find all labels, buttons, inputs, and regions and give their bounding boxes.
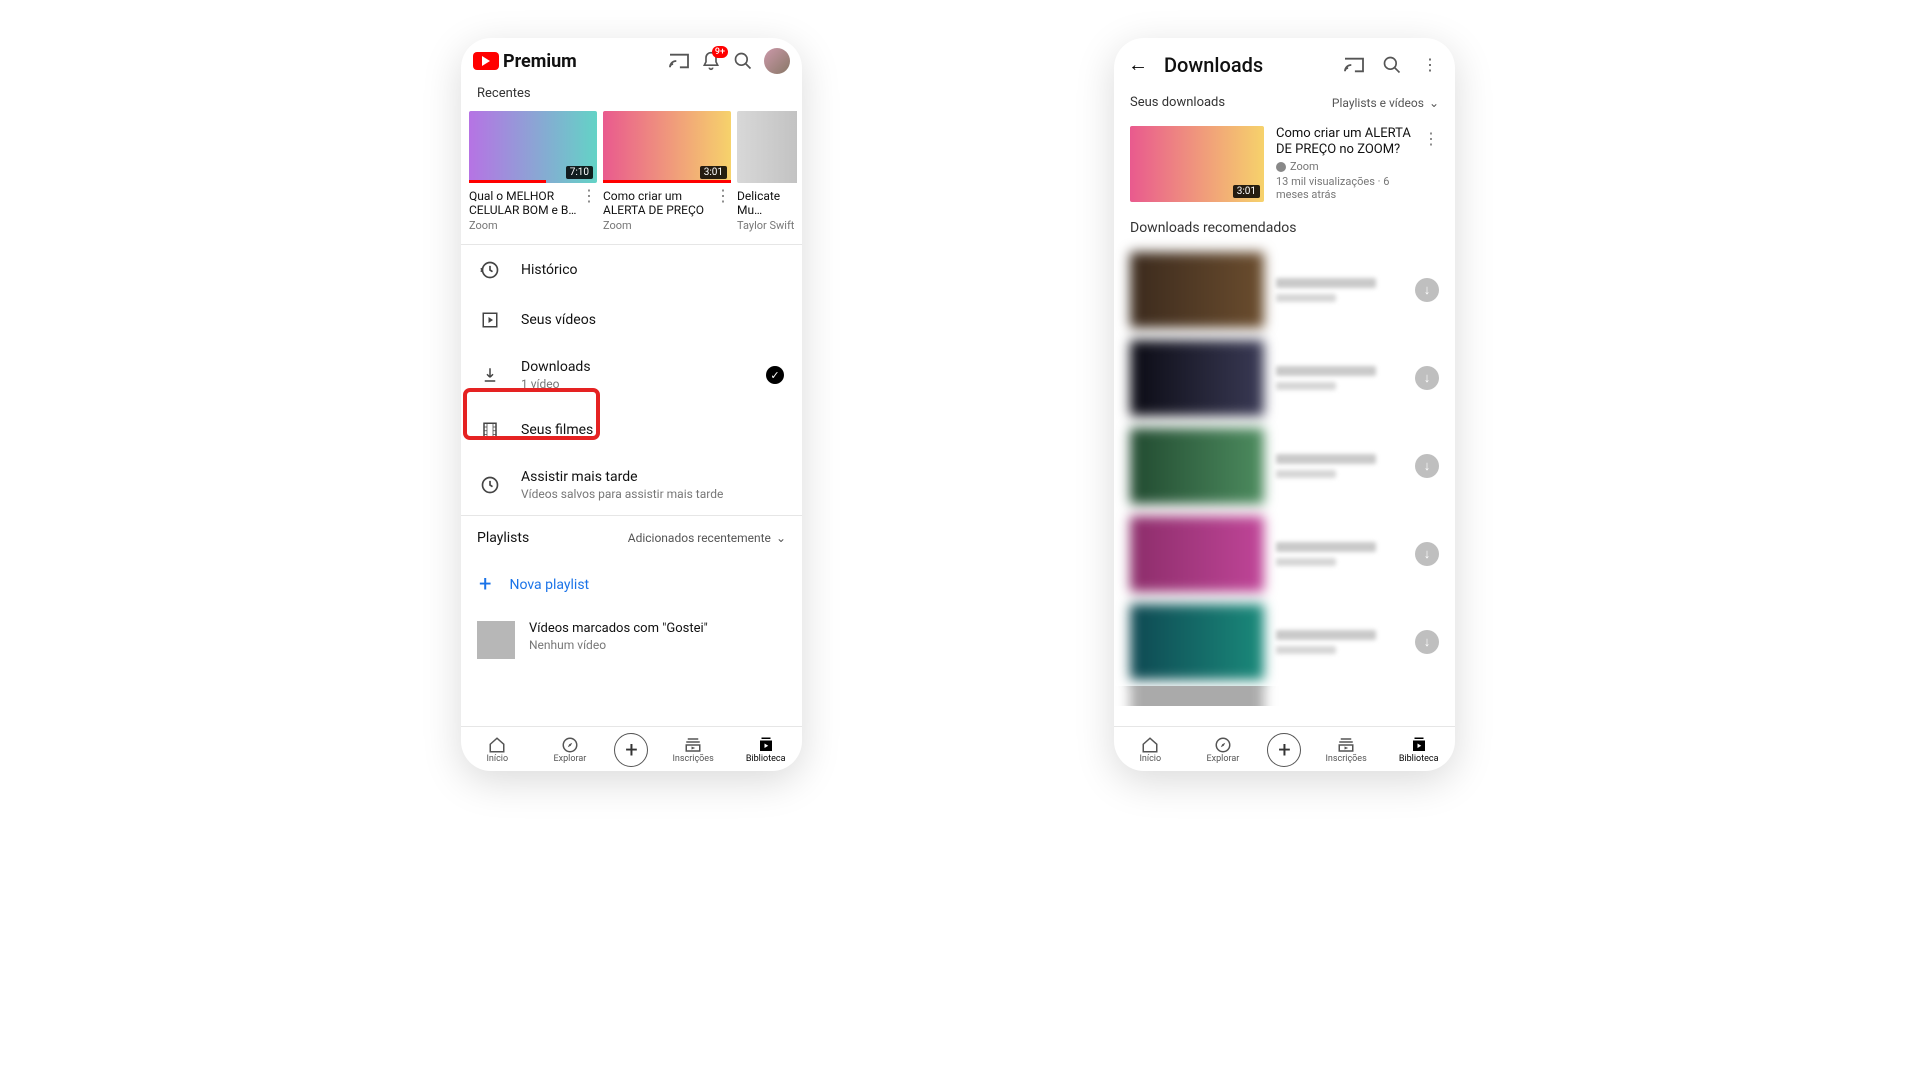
download-complete-icon: ✓ <box>766 366 784 384</box>
notifications-badge: 9+ <box>712 46 728 58</box>
download-icon[interactable]: ↓ <box>1415 278 1439 302</box>
playlist-thumbnail <box>477 621 515 659</box>
search-icon[interactable] <box>732 50 754 72</box>
chevron-down-icon: ⌄ <box>776 531 786 545</box>
video-title: Delicate Mu… Dance Rehe… <box>737 189 797 217</box>
topbar: Premium 9+ <box>461 38 802 82</box>
recommended-item[interactable]: ↓ <box>1114 510 1455 598</box>
more-vert-icon[interactable]: ⋮ <box>1423 126 1439 202</box>
video-title: Como criar um ALERTA DE PREÇO no ZOOM? <box>1276 126 1411 158</box>
video-thumbnail <box>1130 428 1264 504</box>
brand-text: Premium <box>503 51 577 72</box>
video-thumbnail <box>1130 516 1264 592</box>
playlists-header: Playlists Adicionados recentemente⌄ <box>461 516 802 560</box>
download-icon[interactable]: ↓ <box>1415 542 1439 566</box>
video-channel: Zoom <box>1276 160 1411 173</box>
download-icon[interactable]: ↓ <box>1415 454 1439 478</box>
recent-row: 7:10 Qual o MELHOR CELULAR BOM e B… Zoom… <box>461 111 802 244</box>
download-item[interactable]: 3:01 Como criar um ALERTA DE PREÇO no ZO… <box>1114 118 1455 214</box>
phone-downloads-screen: ← Downloads ⋮ Seus downloads Playlists e… <box>1114 38 1455 771</box>
library-item-watch-later[interactable]: Assistir mais tardeVídeos salvos para as… <box>461 455 802 515</box>
recommended-item[interactable] <box>1114 686 1455 706</box>
history-icon <box>479 259 501 281</box>
library-content: Recentes 7:10 Qual o MELHOR CELULAR BOM … <box>461 82 802 726</box>
video-channel: Zoom <box>603 219 711 232</box>
nav-home[interactable]: Início <box>469 736 525 764</box>
more-vert-icon[interactable]: ⋮ <box>715 183 731 203</box>
verified-icon <box>1276 162 1286 172</box>
youtube-play-icon <box>473 52 499 70</box>
recommended-label: Downloads recomendados <box>1114 214 1455 246</box>
video-channel: Zoom <box>469 219 577 232</box>
video-thumbnail <box>1130 686 1264 706</box>
recent-label: Recentes <box>461 82 802 111</box>
nav-explore[interactable]: Explorar <box>542 736 598 764</box>
nav-home[interactable]: Início <box>1122 736 1178 764</box>
notifications-icon[interactable]: 9+ <box>700 50 722 72</box>
phone-library-screen: Premium 9+ Recentes 7:10 Qual o MELHOR C… <box>461 38 802 771</box>
recent-item[interactable]: 7:10 Qual o MELHOR CELULAR BOM e B… Zoom… <box>469 111 597 232</box>
clock-icon <box>479 474 501 496</box>
avatar[interactable] <box>764 48 790 74</box>
video-thumbnail[interactable] <box>737 111 797 183</box>
nav-explore[interactable]: Explorar <box>1195 736 1251 764</box>
recent-item-partial[interactable]: Delicate Mu… Dance Rehe… Taylor Swift <box>737 111 797 232</box>
plus-icon: + <box>1278 738 1290 763</box>
video-thumbnail[interactable]: 7:10 <box>469 111 597 183</box>
cast-icon[interactable] <box>668 50 690 72</box>
youtube-premium-logo[interactable]: Premium <box>473 51 577 72</box>
nav-subscriptions[interactable]: Inscrições <box>665 736 721 764</box>
cast-icon[interactable] <box>1343 54 1365 76</box>
download-icon <box>479 364 501 386</box>
nav-library[interactable]: Biblioteca <box>738 736 794 764</box>
film-icon <box>479 419 501 441</box>
liked-videos-playlist[interactable]: Vídeos marcados com "Gostei"Nenhum vídeo <box>461 609 802 671</box>
back-icon[interactable]: ← <box>1128 52 1148 77</box>
nav-create[interactable]: + <box>1267 733 1301 767</box>
video-channel: Taylor Swift <box>737 219 797 232</box>
library-item-your-movies[interactable]: Seus filmes <box>461 405 802 455</box>
your-downloads-header: Seus downloads Playlists e vídeos⌄ <box>1114 87 1455 118</box>
recommended-item[interactable]: ↓ <box>1114 334 1455 422</box>
search-icon[interactable] <box>1381 54 1403 76</box>
new-playlist-button[interactable]: + Nova playlist <box>461 560 802 609</box>
recent-item[interactable]: 3:01 Como criar um ALERTA DE PREÇO … Zoo… <box>603 111 731 232</box>
recommended-item[interactable]: ↓ <box>1114 422 1455 510</box>
playlists-sort[interactable]: Adicionados recentemente⌄ <box>628 531 786 545</box>
video-stats: 13 mil visualizações · 6 meses atrás <box>1276 175 1411 201</box>
play-box-icon <box>479 309 501 331</box>
video-thumbnail[interactable]: 3:01 <box>1130 126 1264 202</box>
library-item-downloads[interactable]: Downloads1 vídeo ✓ <box>461 345 802 405</box>
recommended-item[interactable]: ↓ <box>1114 598 1455 686</box>
video-thumbnail[interactable]: 3:01 <box>603 111 731 183</box>
library-item-your-videos[interactable]: Seus vídeos <box>461 295 802 345</box>
video-title: Qual o MELHOR CELULAR BOM e B… <box>469 189 577 217</box>
downloads-sort[interactable]: Playlists e vídeos⌄ <box>1332 96 1439 110</box>
download-icon[interactable]: ↓ <box>1415 630 1439 654</box>
video-title: Como criar um ALERTA DE PREÇO … <box>603 189 711 217</box>
plus-icon: + <box>625 738 637 763</box>
plus-icon: + <box>479 572 491 597</box>
topbar: ← Downloads ⋮ <box>1114 38 1455 87</box>
video-thumbnail <box>1130 252 1264 328</box>
more-vert-icon[interactable]: ⋮ <box>581 183 597 203</box>
bottom-nav: Início Explorar + Inscrições Biblioteca <box>1114 726 1455 771</box>
nav-create[interactable]: + <box>614 733 648 767</box>
nav-subscriptions[interactable]: Inscrições <box>1318 736 1374 764</box>
download-icon[interactable]: ↓ <box>1415 366 1439 390</box>
bottom-nav: Início Explorar + Inscrições Biblioteca <box>461 726 802 771</box>
chevron-down-icon: ⌄ <box>1429 96 1439 110</box>
page-title: Downloads <box>1164 53 1327 77</box>
video-thumbnail <box>1130 604 1264 680</box>
nav-library[interactable]: Biblioteca <box>1391 736 1447 764</box>
video-thumbnail <box>1130 340 1264 416</box>
downloads-content: Seus downloads Playlists e vídeos⌄ 3:01 … <box>1114 87 1455 726</box>
more-vert-icon[interactable]: ⋮ <box>1419 54 1441 76</box>
library-item-history[interactable]: Histórico <box>461 245 802 295</box>
recommended-item[interactable]: ↓ <box>1114 246 1455 334</box>
